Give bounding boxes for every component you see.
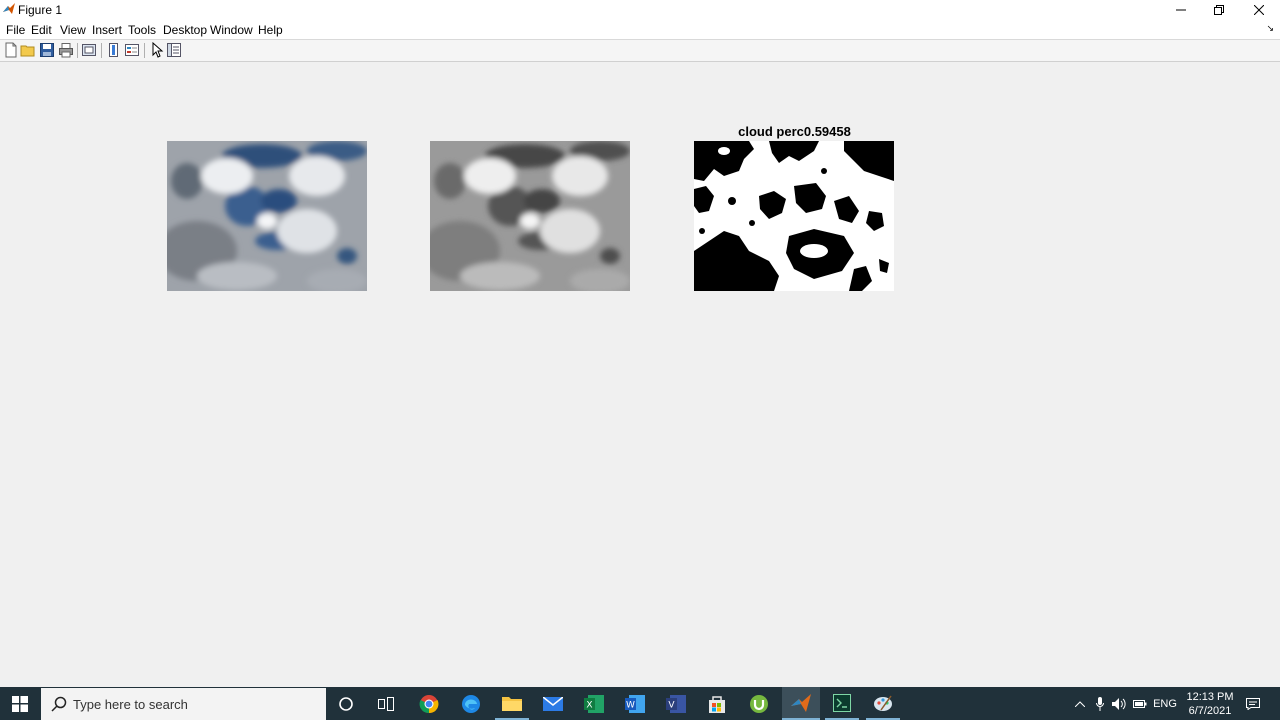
minimize-button[interactable] [1162,0,1200,20]
terminal-icon[interactable] [825,687,859,720]
search-icon [51,696,67,712]
clock[interactable]: 12:13 PM 6/7/2021 [1182,687,1238,720]
menu-desktop[interactable]: Desktop [163,23,207,37]
file-explorer-icon[interactable] [495,687,529,720]
dock-arrow-icon[interactable]: ↘ [1266,23,1274,34]
link-plot-icon[interactable] [81,42,97,58]
close-icon [1254,5,1264,15]
subplot-grayscale-image[interactable] [430,141,630,291]
colorbar-icon[interactable] [106,42,122,58]
battery-icon[interactable] [1132,687,1148,720]
utorrent-icon[interactable] [742,687,776,720]
toolbar-separator [144,43,145,58]
binary-cloud-mask [694,141,894,291]
mail-icon[interactable] [536,687,570,720]
visio-icon[interactable]: V [659,687,693,720]
print-icon[interactable] [58,42,74,58]
store-icon[interactable] [700,687,734,720]
toolbar-separator [101,43,102,58]
menu-view[interactable]: View [60,23,86,37]
new-figure-icon[interactable] [3,42,19,58]
restore-button[interactable] [1200,0,1238,20]
windows-taskbar: Type here to search X W V ENG 12:13 PM 6… [0,687,1280,720]
chevron-up-icon[interactable] [1072,687,1088,720]
subplot-rgb-image[interactable] [167,141,367,291]
word-icon[interactable]: W [618,687,652,720]
paint-icon[interactable] [866,687,900,720]
taskbar-search-box[interactable]: Type here to search [41,688,326,720]
close-button[interactable] [1240,0,1278,20]
svg-text:V: V [668,700,675,710]
start-button[interactable] [0,687,40,720]
excel-icon[interactable]: X [577,687,611,720]
menu-tools[interactable]: Tools [128,23,156,37]
svg-text:X: X [586,700,592,710]
language-indicator[interactable]: ENG [1150,687,1180,720]
save-icon[interactable] [39,42,55,58]
property-inspector-icon[interactable] [166,42,182,58]
legend-icon[interactable] [124,42,140,58]
open-file-icon[interactable] [20,42,36,58]
menu-help[interactable]: Help [258,23,283,37]
minimize-icon [1176,9,1186,11]
notification-icon[interactable] [1242,687,1264,720]
pointer-icon[interactable] [149,42,165,58]
cortana-icon[interactable] [330,687,362,720]
chrome-icon[interactable] [412,687,446,720]
figure-toolbar [0,40,1280,62]
subplot-binary-mask[interactable] [694,141,894,291]
grayscale-sky-image [430,141,630,291]
menu-window[interactable]: Window [210,23,253,37]
task-view-icon[interactable] [370,687,402,720]
microphone-icon[interactable] [1092,687,1108,720]
clock-date: 6/7/2021 [1188,704,1232,717]
volume-icon[interactable] [1110,687,1130,720]
menu-edit[interactable]: Edit [31,23,52,37]
window-title: Figure 1 [18,3,63,17]
matlab-icon[interactable] [782,687,820,720]
rgb-sky-image [167,141,367,291]
toolbar-separator [77,43,78,58]
svg-text:W: W [626,700,635,710]
restore-icon [1214,5,1224,15]
matlab-logo-icon [3,3,15,14]
title-bar: Figure 1 [0,0,1280,20]
menu-file[interactable]: File [6,23,25,37]
clock-time: 12:13 PM [1186,690,1234,703]
menu-bar: File Edit View Insert Tools Desktop Wind… [0,20,1280,40]
search-placeholder: Type here to search [73,697,188,712]
subplot-title: cloud perc0.59458 [738,124,851,139]
menu-insert[interactable]: Insert [92,23,122,37]
windows-start-icon [12,695,28,712]
edge-icon[interactable] [454,687,488,720]
